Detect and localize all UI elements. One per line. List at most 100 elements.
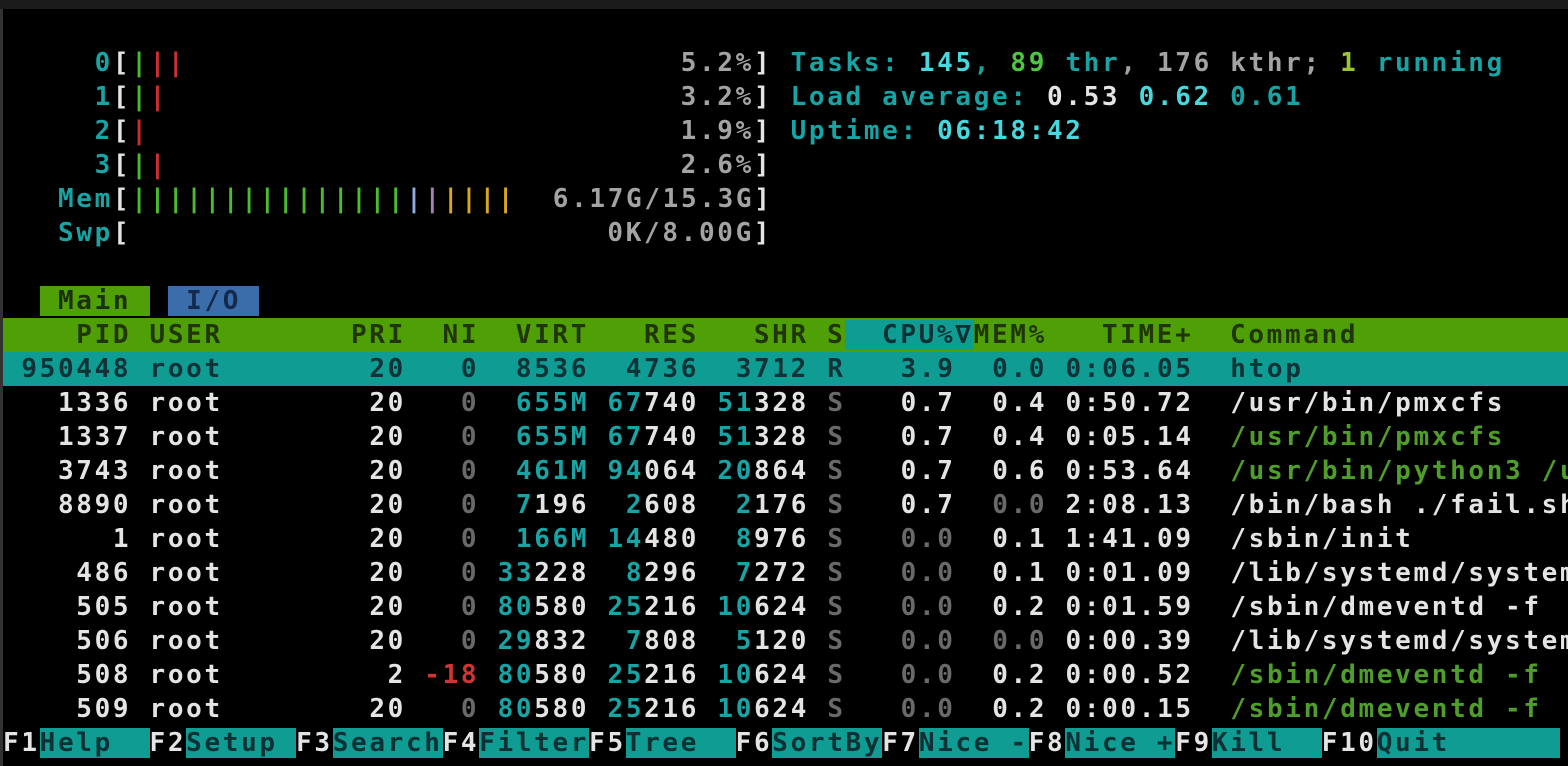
command-cell: /usr/bin/pmxcfs [1230, 388, 1505, 418]
fkey-f6[interactable]: F6SortBy [736, 728, 883, 758]
process-row[interactable]: 506 root 20 0 29832 7808 5120 S 0.0 0.0 … [3, 624, 1568, 658]
command-cell: /lib/systemd/system [1230, 626, 1568, 656]
cell: 228 [534, 558, 589, 588]
fkey-f10[interactable]: F10Quit [1322, 728, 1560, 758]
cell: 580 [534, 592, 589, 622]
meter-value: 5.2% [681, 48, 754, 78]
fkey-f9[interactable]: F9Kill [1175, 728, 1322, 758]
cell: 196 [534, 490, 589, 520]
cell: 0.0 [901, 558, 956, 588]
tasks-summary: Tasks: [791, 48, 919, 78]
process-row[interactable]: 508 root 2 -18 80580 25216 10624 S 0.0 0… [3, 658, 1568, 692]
cell: 0:53.64 [1065, 456, 1193, 486]
cell: 328 [754, 422, 809, 452]
cell: 328 [754, 388, 809, 418]
process-row[interactable]: 950448 root 20 0 8536 4736 3712 R 3.9 0.… [3, 352, 1568, 386]
meter-value: 3.2% [681, 82, 754, 112]
fkey-label: F3 [296, 728, 333, 758]
fkey-f2[interactable]: F2Setup [150, 728, 297, 758]
fkey-label: F2 [150, 728, 187, 758]
fkey-action-label: Filter [479, 728, 589, 758]
header-columns[interactable]: PID USER PRI NI VIRT RES SHR S [3, 320, 845, 350]
meter-bracket: [ [113, 184, 131, 214]
load-average: 0.53 [1047, 82, 1139, 112]
fkey-f7[interactable]: F7Nice - [882, 728, 1029, 758]
fkey-action-label: SortBy [772, 728, 882, 758]
cell: 0.2 [992, 592, 1047, 622]
cell: 0.7 [901, 490, 956, 520]
cell: 0:01.59 [1066, 592, 1194, 622]
cell: 624 [754, 660, 809, 690]
cell: 7 [626, 626, 644, 656]
meter-tick: | [186, 184, 204, 214]
process-row[interactable]: 8890 root 20 0 7196 2608 2176 S 0.7 0.0 … [3, 488, 1568, 522]
process-row[interactable]: 1 root 20 0 166M 14480 8976 S 0.0 0.1 1:… [3, 522, 1568, 556]
cell: 20 [369, 524, 406, 554]
cell: 20 [369, 490, 406, 520]
table-header[interactable]: PID USER PRI NI VIRT RES SHR S CPU%∇MEM%… [3, 318, 1568, 352]
cell: 67 [607, 422, 644, 452]
process-row[interactable]: 1337 root 20 0 655M 67740 51328 S 0.7 0.… [3, 420, 1568, 454]
cell: 0:05.14 [1065, 422, 1193, 452]
meter-tick: | [424, 184, 442, 214]
meter-bracket: [ [113, 82, 131, 112]
fkey-f3[interactable]: F3Search [296, 728, 443, 758]
cell: -18 [424, 660, 479, 690]
process-row[interactable]: 486 root 20 0 33228 8296 7272 S 0.0 0.1 … [3, 556, 1568, 590]
tasks-summary: 145 [919, 48, 974, 78]
cell: 3.9 [901, 354, 956, 384]
cell: 216 [644, 660, 699, 690]
cell: 0 [461, 354, 479, 384]
fkey-label: F8 [1029, 728, 1066, 758]
fkey-action-label: Setup [186, 728, 296, 758]
cell: 624 [754, 694, 809, 724]
cell: 655M [516, 388, 589, 418]
meter-tick: | [150, 150, 168, 180]
load-average: 0.61 [1230, 82, 1303, 112]
header-sort-cpu[interactable]: CPU%∇ [845, 320, 973, 350]
cell: 20 [369, 422, 406, 452]
cell: 976 [754, 524, 809, 554]
tab-io[interactable]: I/O [168, 286, 260, 316]
process-row[interactable]: 509 root 20 0 80580 25216 10624 S 0.0 0.… [3, 692, 1568, 726]
htop-terminal: 0[||| 5.2%] Tasks: 145, 89 thr, 176 kthr… [0, 0, 1568, 766]
tasks-summary: 1 [1340, 48, 1358, 78]
user-cell: root [150, 354, 333, 384]
tasks-summary: , 176 kthr; [1120, 48, 1340, 78]
meter-tick: | [223, 184, 241, 214]
fkey-f8[interactable]: F8Nice + [1029, 728, 1176, 758]
cell: 0 [461, 456, 479, 486]
cell: 216 [644, 694, 699, 724]
cell: 064 [644, 456, 699, 486]
meter-tick: | [205, 184, 223, 214]
meter-label: Swp [58, 218, 113, 248]
meter-mem: Mem[||||||||||||||||||||| 6.17G/15.3G] [3, 182, 1568, 216]
fkey-f4[interactable]: F4Filter [443, 728, 590, 758]
header-columns[interactable]: MEM% TIME+ Command [974, 320, 1359, 350]
cell: 166M [516, 524, 589, 554]
user-cell: root [150, 592, 333, 622]
cell: 80 [498, 660, 535, 690]
cell: 80 [498, 694, 535, 724]
meter-tick: | [150, 82, 168, 112]
meter-tick: | [131, 116, 149, 146]
cell: 486 [76, 558, 131, 588]
terminal-screen: 0[||| 5.2%] Tasks: 145, 89 thr, 176 kthr… [3, 12, 1568, 760]
process-row[interactable]: 505 root 20 0 80580 25216 10624 S 0.0 0.… [3, 590, 1568, 624]
meter-tick: | [260, 184, 278, 214]
fkey-f1[interactable]: F1Help [3, 728, 150, 758]
process-row[interactable]: 1336 root 20 0 655M 67740 51328 S 0.7 0.… [3, 386, 1568, 420]
command-cell: /sbin/init [1230, 524, 1413, 554]
tab-main[interactable]: Main [40, 286, 150, 316]
cell: 950448 [21, 354, 131, 384]
state-cell: S [827, 660, 845, 690]
function-key-bar: F1Help F2Setup F3SearchF4FilterF5Tree F6… [3, 726, 1568, 760]
cell: 0:06.05 [1065, 354, 1193, 384]
fkey-f5[interactable]: F5Tree [589, 728, 736, 758]
cell: 0.0 [901, 524, 956, 554]
cell: 0.0 [901, 660, 956, 690]
meter-bracket: [ [113, 116, 131, 146]
fkey-action-label: Kill [1212, 728, 1322, 758]
process-row[interactable]: 3743 root 20 0 461M 94064 20864 S 0.7 0.… [3, 454, 1568, 488]
cell: 580 [534, 660, 589, 690]
